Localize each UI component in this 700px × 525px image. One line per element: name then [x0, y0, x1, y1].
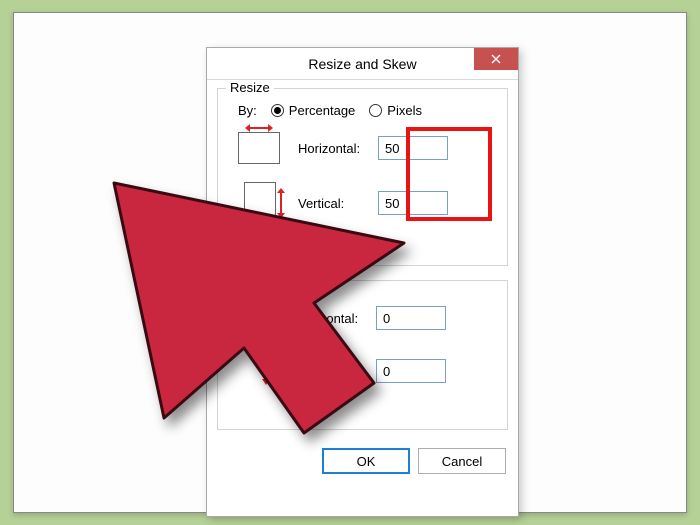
by-label: By: [238, 103, 257, 118]
radio-pixels-label: Pixels [387, 103, 422, 118]
resize-vertical-input[interactable] [378, 191, 448, 215]
titlebar: Resize and Skew [207, 48, 518, 80]
resize-horizontal-icon [238, 132, 280, 164]
resize-horizontal-row: Horizontal: [230, 132, 495, 164]
skew-vertical-input[interactable] [376, 359, 446, 383]
cancel-button-label: Cancel [442, 454, 482, 469]
resize-skew-dialog: Resize and Skew Resize By: Percentage [206, 47, 519, 517]
dialog-title: Resize and Skew [308, 56, 416, 72]
radio-dot-icon [274, 107, 281, 114]
radio-percentage[interactable]: Percentage [271, 103, 356, 118]
resize-vertical-row: Vertical: [230, 182, 495, 224]
resize-horizontal-label: Horizontal: [298, 141, 378, 156]
skew-group: Horizontal: Vertical: [217, 280, 508, 430]
resize-by-row: By: Percentage Pixels [230, 103, 495, 118]
skew-horizontal-row: Horizontal: [230, 303, 495, 333]
skew-vertical-icon [244, 351, 274, 391]
button-row: OK Cancel [217, 444, 508, 474]
page-frame: Resize and Skew Resize By: Percentage [13, 12, 687, 513]
arrow-down-icon [262, 355, 270, 385]
resize-vertical-icon [244, 182, 276, 224]
arrow-horizontal-icon [245, 124, 273, 132]
ok-button-label: OK [357, 454, 376, 469]
arrow-vertical-icon [277, 188, 285, 218]
skew-horizontal-icon [238, 303, 278, 333]
skew-horizontal-input[interactable] [376, 306, 446, 330]
skew-vertical-label: Vertical: [296, 364, 376, 379]
resize-horizontal-input[interactable] [378, 136, 448, 160]
close-icon [491, 54, 501, 64]
radio-circle-icon [369, 104, 382, 117]
close-button[interactable] [474, 48, 518, 70]
resize-group: Resize By: Percentage Pixels [217, 88, 508, 266]
ok-button[interactable]: OK [322, 448, 410, 474]
radio-circle-icon [271, 104, 284, 117]
radio-percentage-label: Percentage [289, 103, 356, 118]
resize-legend: Resize [226, 80, 274, 95]
dialog-content: Resize By: Percentage Pixels [207, 80, 518, 484]
resize-vertical-label: Vertical: [298, 196, 378, 211]
radio-pixels[interactable]: Pixels [369, 103, 422, 118]
skew-vertical-row: Vertical: [230, 351, 495, 391]
cancel-button[interactable]: Cancel [418, 448, 506, 474]
skew-horizontal-label: Horizontal: [296, 311, 376, 326]
